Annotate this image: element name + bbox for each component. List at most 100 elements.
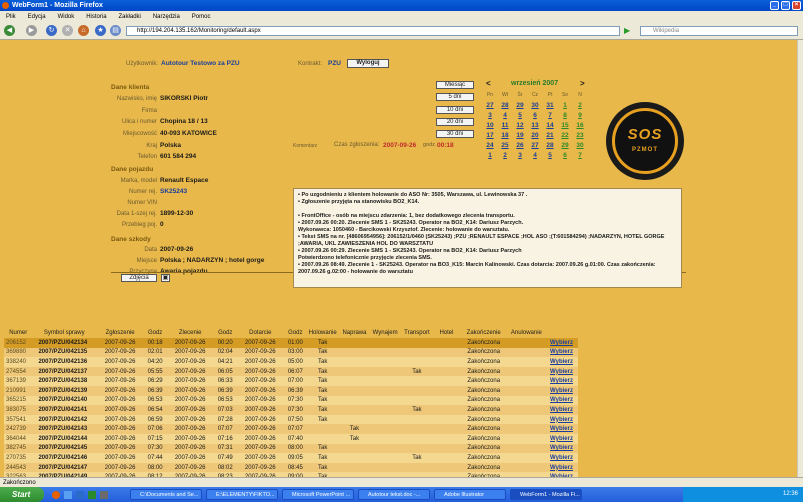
table-row[interactable]: 274554 2007/PZU/042137 2007-09-26 05:55 2007… [4,366,578,377]
table-row[interactable]: 210991 2007/PZU/042139 2007-09-26 06:39 2007… [4,385,578,396]
quicklaunch-desktop-icon[interactable] [100,491,108,499]
calendar-prev-button[interactable]: < [486,79,491,88]
column-header[interactable]: Hotel [433,327,460,338]
table-row[interactable]: 367139 2007/PZU/042138 2007-09-26 06:29 2007… [4,376,578,386]
select-case-link[interactable]: Wybierz [545,462,578,473]
calendar-day[interactable]: 2 [498,152,512,159]
calendar-day[interactable]: 10 [483,122,497,129]
menu-pomoc[interactable]: Pomoc [192,14,211,20]
calendar-day[interactable]: 9 [573,112,587,119]
minimize-button[interactable]: _ [770,1,779,10]
select-case-link[interactable]: Wybierz [545,347,578,358]
select-case-link[interactable]: Wybierz [545,443,578,454]
calendar-day[interactable]: 23 [573,132,587,139]
quicklaunch-ie-icon[interactable] [64,491,72,499]
calendar-day[interactable]: 4 [528,152,542,159]
column-header[interactable]: Zgłoszenie [96,327,145,338]
close-button[interactable]: × [792,1,801,10]
column-header[interactable]: Zlecenie [166,327,215,338]
start-button[interactable]: Start [0,487,44,502]
column-header[interactable]: Godz [284,327,307,338]
calendar-day[interactable]: 31 [543,102,557,109]
table-row[interactable]: 244543 2007/PZU/042147 2007-09-26 08:00 2007… [4,462,578,473]
select-case-link[interactable]: Wybierz [545,414,578,425]
calendar-day[interactable]: 5 [513,112,527,119]
calendar-day[interactable]: 2 [573,102,587,109]
column-header[interactable]: Naprawa [339,327,370,338]
column-header[interactable]: Godz [214,327,237,338]
table-row[interactable]: 365215 2007/PZU/042140 2007-09-26 06:53 2007… [4,395,578,406]
select-case-link[interactable]: Wybierz [545,453,578,463]
task-elementy-folder[interactable]: E:\ELEMENTY\FIKTO... [206,489,278,500]
column-header[interactable]: Godz [144,327,167,338]
calendar-day[interactable]: 5 [543,152,557,159]
table-row[interactable]: 369880 2007/PZU/042135 2007-09-26 02:01 2007… [4,347,578,358]
calendar-day[interactable]: 15 [558,122,572,129]
reload-icon[interactable]: ↻ [46,25,57,36]
calendar-day[interactable]: 25 [498,142,512,149]
column-header[interactable]: Transport [400,327,434,338]
select-case-link[interactable]: Wybierz [545,405,578,415]
forward-arrow-icon[interactable]: ▶ [26,25,37,36]
period-month-button[interactable]: Miesiąc [436,81,474,89]
calendar-day[interactable]: 22 [558,132,572,139]
calendar-day[interactable]: 12 [513,122,527,129]
calendar-day[interactable]: 30 [528,102,542,109]
table-row[interactable]: 206152 2007/PZU/042134 2007-09-26 00:18 2007… [4,338,578,348]
table-row[interactable]: 383075 2007/PZU/042141 2007-09-26 06:54 2007… [4,405,578,415]
calendar-day[interactable]: 6 [528,112,542,119]
calendar-day[interactable]: 20 [528,132,542,139]
task-firefox[interactable]: WebForm1 - Mozilla Fi... [510,489,582,500]
calendar-day[interactable]: 26 [513,142,527,149]
select-case-link[interactable]: Wybierz [545,357,578,367]
calendar-day[interactable]: 19 [513,132,527,139]
url-input[interactable]: http://194.204.135.162/Monitoring/defaul… [126,26,620,36]
column-header[interactable]: Wynajem [369,327,401,338]
select-case-link[interactable]: Wybierz [545,338,578,348]
logout-button[interactable]: Wyloguj [347,59,389,68]
table-row[interactable]: 364044 2007/PZU/042144 2007-09-26 07:15 2007… [4,433,578,444]
task-word-document[interactable]: Autotour tekst.doc -... [358,489,430,500]
menu-zakladki[interactable]: Zakładki [119,14,141,20]
task-illustrator[interactable]: Adobe Illustrator [434,489,506,500]
calendar-next-button[interactable]: > [580,79,585,88]
task-documents-folder[interactable]: C:\Documents and Se... [130,489,202,500]
period-5days-button[interactable]: 5 dni [436,93,474,101]
calendar-day[interactable]: 30 [573,142,587,149]
calendar-day[interactable]: 27 [528,142,542,149]
table-row[interactable]: 338240 2007/PZU/042136 2007-09-26 04:20 2007… [4,357,578,367]
calendar-day[interactable]: 7 [543,112,557,119]
calendar-day[interactable]: 3 [483,112,497,119]
menu-widok[interactable]: Widok [58,14,75,20]
select-case-link[interactable]: Wybierz [545,395,578,406]
calendar-day[interactable]: 14 [543,122,557,129]
column-header[interactable] [545,327,578,338]
calendar-day[interactable]: 27 [483,102,497,109]
column-header[interactable]: Dotarcie [236,327,285,338]
menu-historia[interactable]: Historia [86,14,106,20]
back-arrow-icon[interactable]: ◀ [4,25,15,36]
vertical-scrollbar[interactable] [797,40,803,477]
table-row[interactable]: 357541 2007/PZU/042142 2007-09-26 06:59 2007… [4,414,578,425]
menu-narzedzia[interactable]: Narzędzia [153,14,180,20]
select-case-link[interactable]: Wybierz [545,385,578,396]
column-header[interactable]: Symbol sprawy [32,327,96,338]
calendar-day[interactable]: 8 [558,112,572,119]
period-20days-button[interactable]: 20 dni [436,118,474,126]
photos-button[interactable]: Zdjęcia [121,274,157,282]
calendar-day[interactable]: 21 [543,132,557,139]
vehicle-reg-value[interactable]: SK25243 [160,188,187,195]
calendar-day[interactable]: 4 [498,112,512,119]
select-case-link[interactable]: Wybierz [545,376,578,386]
table-row[interactable]: 382745 2007/PZU/042145 2007-09-26 07:30 2007… [4,443,578,454]
select-case-link[interactable]: Wybierz [545,424,578,434]
calendar-day[interactable]: 18 [498,132,512,139]
calendar-day[interactable]: 28 [498,102,512,109]
column-header[interactable]: Numer [4,327,33,338]
calendar-day[interactable]: 28 [543,142,557,149]
period-30days-button[interactable]: 30 dni [436,130,474,138]
calendar-day[interactable]: 24 [483,142,497,149]
search-input[interactable]: Wikipedia [640,26,798,36]
quicklaunch-excel-icon[interactable] [88,491,96,499]
stop-icon[interactable]: ✕ [62,25,73,36]
